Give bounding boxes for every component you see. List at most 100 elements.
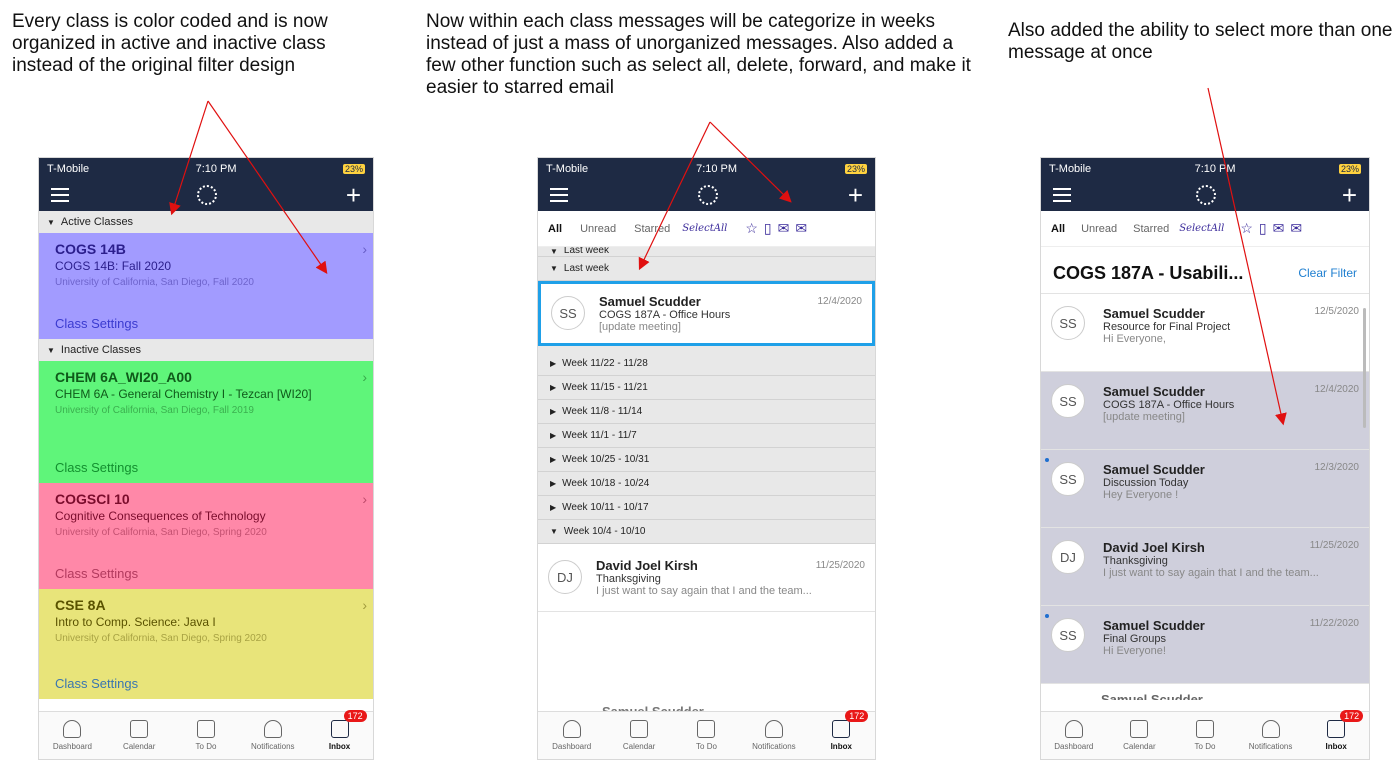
tab-inbox[interactable]: Inbox 172 xyxy=(310,710,370,751)
tab-todo[interactable]: To Do xyxy=(176,720,236,751)
message-preview: [update meeting] xyxy=(599,321,681,333)
plus-icon[interactable]: + xyxy=(848,182,863,208)
trash-icon[interactable]: ▯ xyxy=(1259,220,1267,237)
status-bar: T-Mobile 7:10 PM 23% xyxy=(1041,158,1369,179)
message-date: 11/22/2020 xyxy=(1309,618,1359,629)
battery-label: 23% xyxy=(1338,163,1361,174)
nav-bar: + xyxy=(538,179,875,211)
message-preview: I just want to say again that I and the … xyxy=(1103,567,1319,579)
course-card[interactable]: COGSCI 10 Cognitive Consequences of Tech… xyxy=(39,483,373,589)
course-card[interactable]: COGS 14B COGS 14B: Fall 2020 University … xyxy=(39,233,373,339)
star-icon[interactable]: ☆ xyxy=(1240,220,1253,237)
tab-todo[interactable]: To Do xyxy=(676,720,736,751)
message-row[interactable]: SS Samuel Scudder 12/5/2020 Resource for Fi… xyxy=(1041,294,1369,372)
todo-icon xyxy=(697,720,716,738)
inactive-classes-header[interactable]: ▼ Inactive Classes xyxy=(39,339,373,361)
plus-icon[interactable]: + xyxy=(346,182,361,208)
filter-starred[interactable]: Starred xyxy=(634,223,670,235)
message-row[interactable]: DJ David Joel Kirsh 11/25/2020 Thanksgiv… xyxy=(538,544,875,612)
week-header[interactable]: ▶ Week 10/11 - 10/17 xyxy=(538,496,875,520)
carrier-label: T-Mobile xyxy=(546,162,589,175)
tab-todo[interactable]: To Do xyxy=(1175,720,1235,751)
week-header[interactable]: ▶ Week 10/25 - 10/31 xyxy=(538,448,875,472)
hamburger-menu-icon[interactable] xyxy=(1053,188,1071,202)
tab-bar: Dashboard Calendar To Do Notifications I… xyxy=(1041,710,1369,759)
class-settings-link[interactable]: Class Settings xyxy=(55,316,138,331)
hamburger-menu-icon[interactable] xyxy=(51,188,69,202)
tab-dashboard[interactable]: Dashboard xyxy=(42,720,102,751)
triangle-down-icon: ▼ xyxy=(550,527,558,536)
inbox-filters: All Unread Starred SelectAll ☆ ▯ ✉ ✉ xyxy=(1041,211,1369,247)
message-preview: Hey Everyone ! xyxy=(1103,489,1179,501)
dashboard-icon xyxy=(562,720,581,738)
select-all-button[interactable]: SelectAll xyxy=(682,223,727,234)
mail-icon[interactable]: ✉ xyxy=(795,220,807,237)
clear-filter-button[interactable]: Clear Filter xyxy=(1298,266,1357,280)
inactive-classes-label: Inactive Classes xyxy=(60,344,142,356)
avatar: SS xyxy=(1051,462,1085,496)
active-classes-label: Active Classes xyxy=(60,216,134,228)
inbox-filters: All Unread Starred SelectAll ☆ ▯ ✉ ✉ xyxy=(538,211,875,247)
week-header[interactable]: ▶ Week 11/22 - 11/28 xyxy=(538,352,875,376)
filter-all[interactable]: All xyxy=(548,223,562,235)
hamburger-menu-icon[interactable] xyxy=(550,188,568,202)
chevron-right-icon: › xyxy=(362,597,367,613)
tab-inbox[interactable]: Inbox 172 xyxy=(811,710,871,751)
class-settings-link[interactable]: Class Settings xyxy=(55,676,138,691)
week-header-clipped[interactable]: ▼ Last week xyxy=(538,247,875,257)
filter-unread[interactable]: Unread xyxy=(580,223,616,235)
message-row-selected[interactable]: SS Samuel Scudder 12/3/2020 Discussion Toda… xyxy=(1041,450,1369,528)
week-header[interactable]: ▶ Week 10/18 - 10/24 xyxy=(538,472,875,496)
tab-calendar[interactable]: Calendar xyxy=(609,720,669,751)
forward-mail-icon[interactable]: ✉ xyxy=(1273,220,1285,237)
filter-all[interactable]: All xyxy=(1051,223,1065,235)
tab-inbox[interactable]: Inbox 172 xyxy=(1306,710,1366,751)
scrollbar[interactable] xyxy=(1363,308,1366,428)
tab-notifications[interactable]: Notifications xyxy=(1241,720,1301,751)
tab-calendar[interactable]: Calendar xyxy=(109,720,169,751)
status-bar: T-Mobile 7:10 PM 23% xyxy=(39,158,373,179)
mail-icon xyxy=(832,720,851,738)
mail-icon[interactable]: ✉ xyxy=(1290,220,1302,237)
message-preview: I just want to say again that I and the … xyxy=(596,585,812,597)
trash-icon[interactable]: ▯ xyxy=(764,220,772,237)
tab-dashboard[interactable]: Dashboard xyxy=(1044,720,1104,751)
week-header[interactable]: ▶ Week 11/8 - 11/14 xyxy=(538,400,875,424)
message-subject: Thanksgiving xyxy=(1103,555,1168,567)
mail-icon xyxy=(1327,720,1346,738)
filter-starred[interactable]: Starred xyxy=(1133,223,1169,235)
tab-notifications[interactable]: Notifications xyxy=(744,720,804,751)
forward-mail-icon[interactable]: ✉ xyxy=(778,220,790,237)
caption-right: Also added the ability to select more th… xyxy=(1008,20,1393,63)
week-header[interactable]: ▶ Week 11/1 - 11/7 xyxy=(538,424,875,448)
tab-calendar[interactable]: Calendar xyxy=(1109,720,1169,751)
plus-icon[interactable]: + xyxy=(1342,182,1357,208)
star-icon[interactable]: ☆ xyxy=(745,220,758,237)
calendar-icon xyxy=(630,720,649,738)
message-row-selected[interactable]: DJ David Joel Kirsh 11/25/2020 Thanksgiving… xyxy=(1041,528,1369,606)
message-subject: COGS 187A - Office Hours xyxy=(599,309,731,321)
course-card[interactable]: CSE 8A Intro to Comp. Science: Java I Un… xyxy=(39,589,373,699)
message-row-selected[interactable]: SS Samuel Scudder 12/4/2020 COGS 187A - Off… xyxy=(1041,372,1369,450)
triangle-right-icon: ▶ xyxy=(550,383,557,392)
week-header[interactable]: ▶ Week 11/15 - 11/21 xyxy=(538,376,875,400)
select-all-button[interactable]: SelectAll xyxy=(1179,223,1224,234)
message-date: 12/4/2020 xyxy=(817,296,863,307)
battery-label: 23% xyxy=(844,163,867,174)
message-subject: Resource for Final Project xyxy=(1103,321,1231,333)
course-card[interactable]: CHEM 6A_WI20_A00 CHEM 6A - General Chemi… xyxy=(39,361,373,483)
tab-notifications[interactable]: Notifications xyxy=(243,720,303,751)
filter-unread[interactable]: Unread xyxy=(1081,223,1117,235)
message-row-selected[interactable]: SS Samuel Scudder 12/4/2020 COGS 187A - … xyxy=(538,281,875,346)
bell-icon xyxy=(263,720,282,738)
triangle-down-icon: ▼ xyxy=(550,264,558,273)
class-settings-link[interactable]: Class Settings xyxy=(55,460,138,475)
message-row-selected[interactable]: SS Samuel Scudder 11/22/2020 Final Groups Hi… xyxy=(1041,606,1369,684)
active-classes-header[interactable]: ▼ Active Classes xyxy=(39,211,373,233)
class-settings-link[interactable]: Class Settings xyxy=(55,566,138,581)
course-title: Intro to Comp. Science: Java I xyxy=(55,615,216,629)
nav-bar: + xyxy=(1041,179,1369,211)
week-header-last-week[interactable]: ▼ Last week xyxy=(538,257,875,281)
week-header-open[interactable]: ▼ Week 10/4 - 10/10 xyxy=(538,520,875,544)
tab-dashboard[interactable]: Dashboard xyxy=(542,720,602,751)
